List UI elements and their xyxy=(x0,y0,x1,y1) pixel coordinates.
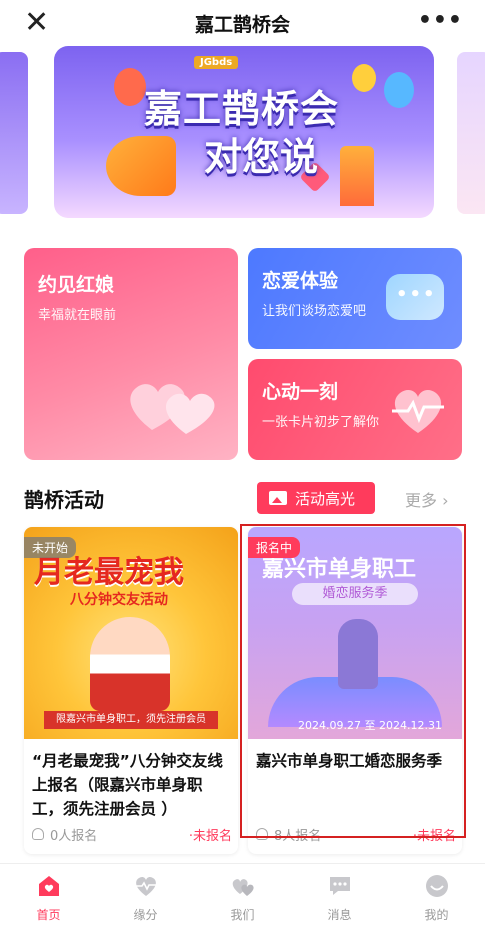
activities-section: 鹊桥活动 活动高光 更多 › 月老最宠我 八分钟交友活动 限嘉兴市单身职工，须先… xyxy=(0,463,485,863)
tab-label: 缘分 xyxy=(133,908,158,922)
poster-subtitle: 八分钟交友活动 xyxy=(70,592,168,608)
heart-pulse-icon xyxy=(135,876,156,896)
close-icon[interactable]: ✕ xyxy=(24,8,54,38)
balloon-decoration xyxy=(384,72,414,108)
tab-label: 我们 xyxy=(230,908,255,922)
poster-subtitle: 婚恋服务季 xyxy=(292,583,418,605)
top-bar: ✕ 嘉工鹊桥会 ••• xyxy=(0,0,485,46)
status-badge: 未开始 xyxy=(24,537,77,558)
feature-grid: 约见红娘 幸福就在眼前 恋爱体验 让我们谈场恋爱吧 ••• 心动一刻 一张卡片初… xyxy=(0,231,485,463)
activity-title: “月老最宠我”八分钟交友线上报名（限嘉兴市单身职工，须先注册会员 ） xyxy=(32,752,223,818)
tab-label: 消息 xyxy=(327,908,352,922)
section-title: 鹊桥活动 xyxy=(24,488,104,512)
registration-status: ·未报名 xyxy=(188,828,232,844)
heart-pulse-icon xyxy=(392,390,444,433)
signup-count: 0人报名 xyxy=(50,828,98,844)
banner-image[interactable]: JGbds 嘉工鹊桥会 对您说 xyxy=(54,46,434,218)
tab-profile[interactable]: 我的 xyxy=(388,864,485,929)
heartbeat-card[interactable]: 心动一刻 一张卡片初步了解你 xyxy=(248,359,462,460)
bottom-tab-bar: 首页 缘分 我们 消息 我的 xyxy=(0,863,485,929)
more-link[interactable]: 更多 › xyxy=(405,487,449,511)
tab-us[interactable]: 我们 xyxy=(194,864,291,929)
banner-subheadline: 对您说 xyxy=(204,135,319,179)
balloon-decoration xyxy=(352,64,376,92)
tab-label: 我的 xyxy=(424,908,449,922)
activity-card[interactable]: 嘉兴市单身职工 婚恋服务季 2024.09.27 至 2024.12.31 报名… xyxy=(248,527,462,854)
registration-status: ·未报名 xyxy=(412,828,456,844)
tab-home[interactable]: 首页 xyxy=(0,864,97,929)
banner-headline: 嘉工鹊桥会 xyxy=(144,87,340,131)
activity-highlights-button[interactable]: 活动高光 xyxy=(257,482,375,514)
profile-icon xyxy=(425,875,448,897)
message-icon xyxy=(329,877,350,895)
matchmaker-title: 约见红娘 xyxy=(38,274,115,296)
love-experience-title: 恋爱体验 xyxy=(262,270,339,292)
tab-fate[interactable]: 缘分 xyxy=(97,864,194,929)
poster-dates: 2024.09.27 至 2024.12.31 xyxy=(298,719,442,732)
poster-note: 限嘉兴市单身职工，须先注册会员 xyxy=(44,711,218,729)
page-title: 嘉工鹊桥会 xyxy=(194,13,290,36)
megaphone-icon xyxy=(106,136,176,196)
image-icon xyxy=(269,491,287,505)
balloon-decoration xyxy=(114,68,146,106)
couple-figure xyxy=(338,619,378,689)
activity-poster: 月老最宠我 八分钟交友活动 限嘉兴市单身职工，须先注册会员 xyxy=(24,527,238,739)
activity-poster: 嘉兴市单身职工 婚恋服务季 2024.09.27 至 2024.12.31 xyxy=(248,527,462,739)
activity-footer: 8人报名 ·未报名 xyxy=(256,824,456,844)
banner-carousel[interactable]: JGbds 嘉工鹊桥会 对您说 xyxy=(0,46,485,231)
banner-brand: JGbds xyxy=(194,56,239,69)
matchmaker-card[interactable]: 约见红娘 幸福就在眼前 xyxy=(24,248,238,460)
carousel-next-card[interactable] xyxy=(457,52,485,214)
section-header: 鹊桥活动 活动高光 更多 › xyxy=(0,463,485,523)
home-icon xyxy=(38,876,59,896)
pagoda-decoration xyxy=(340,146,374,206)
hearts-icon xyxy=(232,879,254,896)
matchmaker-figure xyxy=(90,617,170,711)
activity-highlights-label: 活动高光 xyxy=(295,489,356,508)
heartbeat-subtitle: 一张卡片初步了解你 xyxy=(262,415,380,430)
tab-label: 首页 xyxy=(36,908,61,922)
person-icon xyxy=(256,828,268,840)
love-experience-card[interactable]: 恋爱体验 让我们谈场恋爱吧 ••• xyxy=(248,248,462,349)
love-experience-subtitle: 让我们谈场恋爱吧 xyxy=(262,304,367,319)
activity-title: 嘉兴市单身职工婚恋服务季 xyxy=(256,752,443,770)
heartbeat-title: 心动一刻 xyxy=(262,381,339,403)
more-options-icon[interactable]: ••• xyxy=(418,8,463,33)
status-badge: 报名中 xyxy=(248,537,301,558)
double-heart-icon xyxy=(130,384,215,434)
tab-messages[interactable]: 消息 xyxy=(291,864,388,929)
chat-bubble-icon: ••• xyxy=(386,274,444,320)
signup-count: 8人报名 xyxy=(274,828,322,844)
carousel-prev-card[interactable] xyxy=(0,52,28,214)
activity-card[interactable]: 月老最宠我 八分钟交友活动 限嘉兴市单身职工，须先注册会员 未开始 “月老最宠我… xyxy=(24,527,238,854)
matchmaker-subtitle: 幸福就在眼前 xyxy=(38,308,117,323)
activity-footer: 0人报名 ·未报名 xyxy=(32,824,232,844)
person-icon xyxy=(32,828,44,840)
